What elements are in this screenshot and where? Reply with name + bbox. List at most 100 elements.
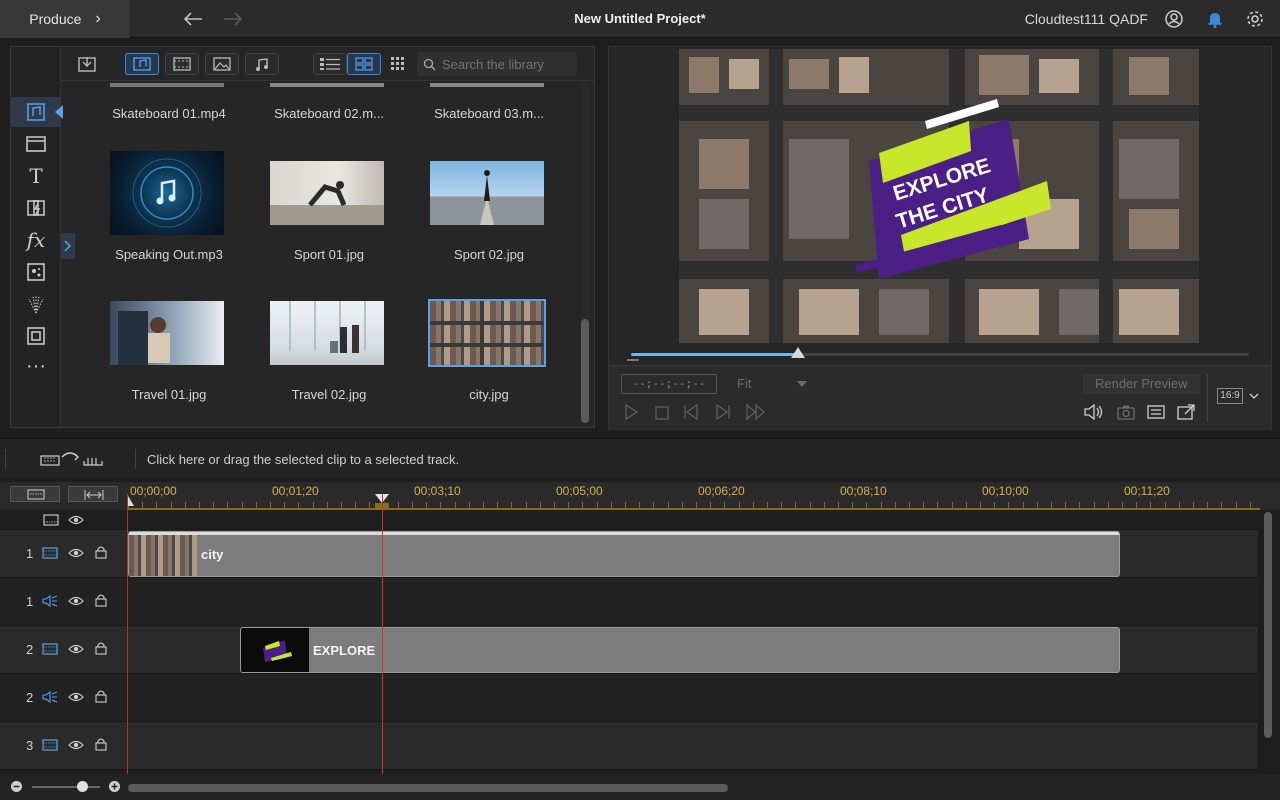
media-label: Sport 02.jpg (453, 247, 525, 262)
track-number: 1 (26, 594, 34, 609)
media-room-icon[interactable] (23, 99, 49, 125)
divider (1207, 374, 1208, 422)
expand-panel-icon[interactable] (61, 233, 75, 259)
visibility-all-icon[interactable] (68, 514, 84, 526)
import-icon[interactable] (77, 55, 97, 73)
fast-forward-icon[interactable] (745, 404, 767, 420)
lock-icon[interactable] (94, 593, 108, 607)
all-tracks-icon[interactable] (43, 514, 59, 526)
media-thumbnail (110, 151, 224, 235)
preview-seek-knob[interactable] (791, 347, 805, 359)
track-head: 3 (0, 722, 122, 770)
ruler-tick-label: 00;06;20 (698, 484, 745, 498)
zoom-in-icon[interactable] (108, 780, 121, 793)
title-bar: Produce › New Untitled Project* Cloudtes… (0, 0, 1280, 38)
media-thumbnail (428, 299, 546, 367)
track-head: 2 (0, 626, 122, 674)
previous-frame-icon[interactable] (683, 404, 701, 420)
timeline-clip-explore[interactable]: EXPLORE (240, 627, 1120, 673)
title-room-icon[interactable]: T (23, 163, 49, 189)
lock-icon[interactable] (94, 545, 108, 559)
video-room-icon[interactable] (23, 131, 49, 157)
grid-view-button[interactable] (347, 53, 381, 75)
eye-icon[interactable] (68, 739, 84, 751)
timecode-field[interactable]: --;--;--;-- (621, 374, 717, 394)
play-icon[interactable] (623, 404, 639, 420)
track-number: 3 (26, 738, 34, 753)
volume-icon[interactable] (1083, 404, 1103, 420)
media-thumbnail (270, 161, 384, 225)
eye-icon[interactable] (68, 643, 84, 655)
media-label: city.jpg (469, 387, 509, 402)
filter-all-media-button[interactable] (125, 53, 159, 75)
track-header-row (0, 510, 1258, 530)
filter-image-button[interactable] (205, 53, 239, 75)
fireworks-room-icon[interactable] (23, 291, 49, 317)
filter-video-button[interactable] (165, 53, 199, 75)
undock-preview-icon[interactable] (1177, 404, 1195, 420)
chevron-down-icon[interactable] (1249, 393, 1259, 400)
lock-icon[interactable] (94, 737, 108, 751)
search-input[interactable] (442, 56, 572, 72)
lock-icon[interactable] (94, 641, 108, 655)
timeline-hint[interactable]: Click here or drag the selected clip to … (147, 452, 459, 467)
zoom-slider-knob[interactable] (77, 781, 88, 792)
media-label: Skateboard 01.mp4 (112, 106, 226, 121)
track-row-audio-1[interactable]: 1 (0, 578, 1258, 626)
zoom-out-icon[interactable] (10, 780, 23, 793)
track-number: 2 (26, 690, 34, 705)
track-row-video-1[interactable]: 1 city (0, 530, 1258, 578)
next-frame-icon[interactable] (713, 404, 731, 420)
fx-room-icon[interactable]: fx (23, 227, 49, 253)
zoom-fit-dropdown[interactable]: Fit (727, 374, 813, 394)
divider (135, 449, 136, 469)
library-scrollbar-thumb[interactable] (581, 319, 589, 423)
snapshot-icon[interactable] (1117, 404, 1135, 420)
ruler-tick-label: 00;08;10 (840, 484, 887, 498)
thumbnail-size-icon[interactable] (391, 57, 405, 71)
rail-pointer-icon (55, 105, 63, 119)
fit-timeline-button[interactable] (10, 486, 60, 502)
aspect-ratio-button[interactable]: 16:9 (1217, 388, 1243, 404)
timeline-clip-city[interactable]: city (128, 531, 1120, 577)
timeline-start-line (127, 494, 128, 774)
media-label: Skateboard 03.m... (434, 106, 544, 121)
ruler-tick-label: 00;01;20 (272, 484, 319, 498)
eye-icon[interactable] (68, 595, 84, 607)
media-label: Speaking Out.mp3 (115, 247, 223, 262)
filter-audio-button[interactable] (245, 53, 279, 75)
ruler-tick-label: 00;10;00 (982, 484, 1029, 498)
particle-room-icon[interactable] (23, 259, 49, 285)
transition-room-icon[interactable] (23, 195, 49, 221)
stop-icon[interactable] (655, 406, 669, 420)
library-toolbar (61, 47, 594, 81)
template-room-icon[interactable] (23, 323, 49, 349)
track-row-video-2[interactable]: 2 EXPLORE (0, 626, 1258, 674)
playhead-line[interactable] (382, 494, 383, 774)
eye-icon[interactable] (68, 547, 84, 559)
timeline-vertical-scrollbar[interactable] (1264, 512, 1272, 738)
clip-thumbnail (129, 535, 197, 576)
search-box[interactable] (417, 52, 577, 76)
track-row-video-3[interactable]: 3 (0, 722, 1258, 770)
search-icon (423, 58, 436, 70)
eye-icon[interactable] (68, 691, 84, 703)
timeline-ruler[interactable]: 00;00;00 00;01;20 00;03;10 00;05;00 00;06;20… (0, 482, 1280, 510)
list-view-button[interactable] (313, 53, 347, 75)
gear-icon[interactable] (1245, 9, 1265, 29)
render-preview-button[interactable]: Render Preview (1083, 374, 1200, 394)
lock-icon[interactable] (94, 689, 108, 703)
ruler-ticks: 00;00;00 00;01;20 00;03;10 00;05;00 00;06;20… (128, 482, 1260, 510)
track-row-audio-2[interactable]: 2 (0, 674, 1258, 722)
bell-icon[interactable] (1205, 9, 1225, 29)
zoom-slider-track[interactable] (32, 786, 100, 788)
zoom-to-fit-button[interactable] (68, 486, 118, 502)
subtitle-icon[interactable] (1147, 404, 1165, 420)
track-manager-icon[interactable] (40, 449, 106, 469)
account-icon[interactable] (1164, 9, 1184, 29)
ruler-tick-label: 00;03;10 (414, 484, 461, 498)
user-name[interactable]: Cloudtest111 QADF (1025, 11, 1148, 27)
media-label: Sport 01.jpg (293, 247, 365, 262)
more-icon[interactable]: ··· (23, 353, 49, 379)
timeline-horizontal-scrollbar[interactable] (128, 784, 728, 792)
